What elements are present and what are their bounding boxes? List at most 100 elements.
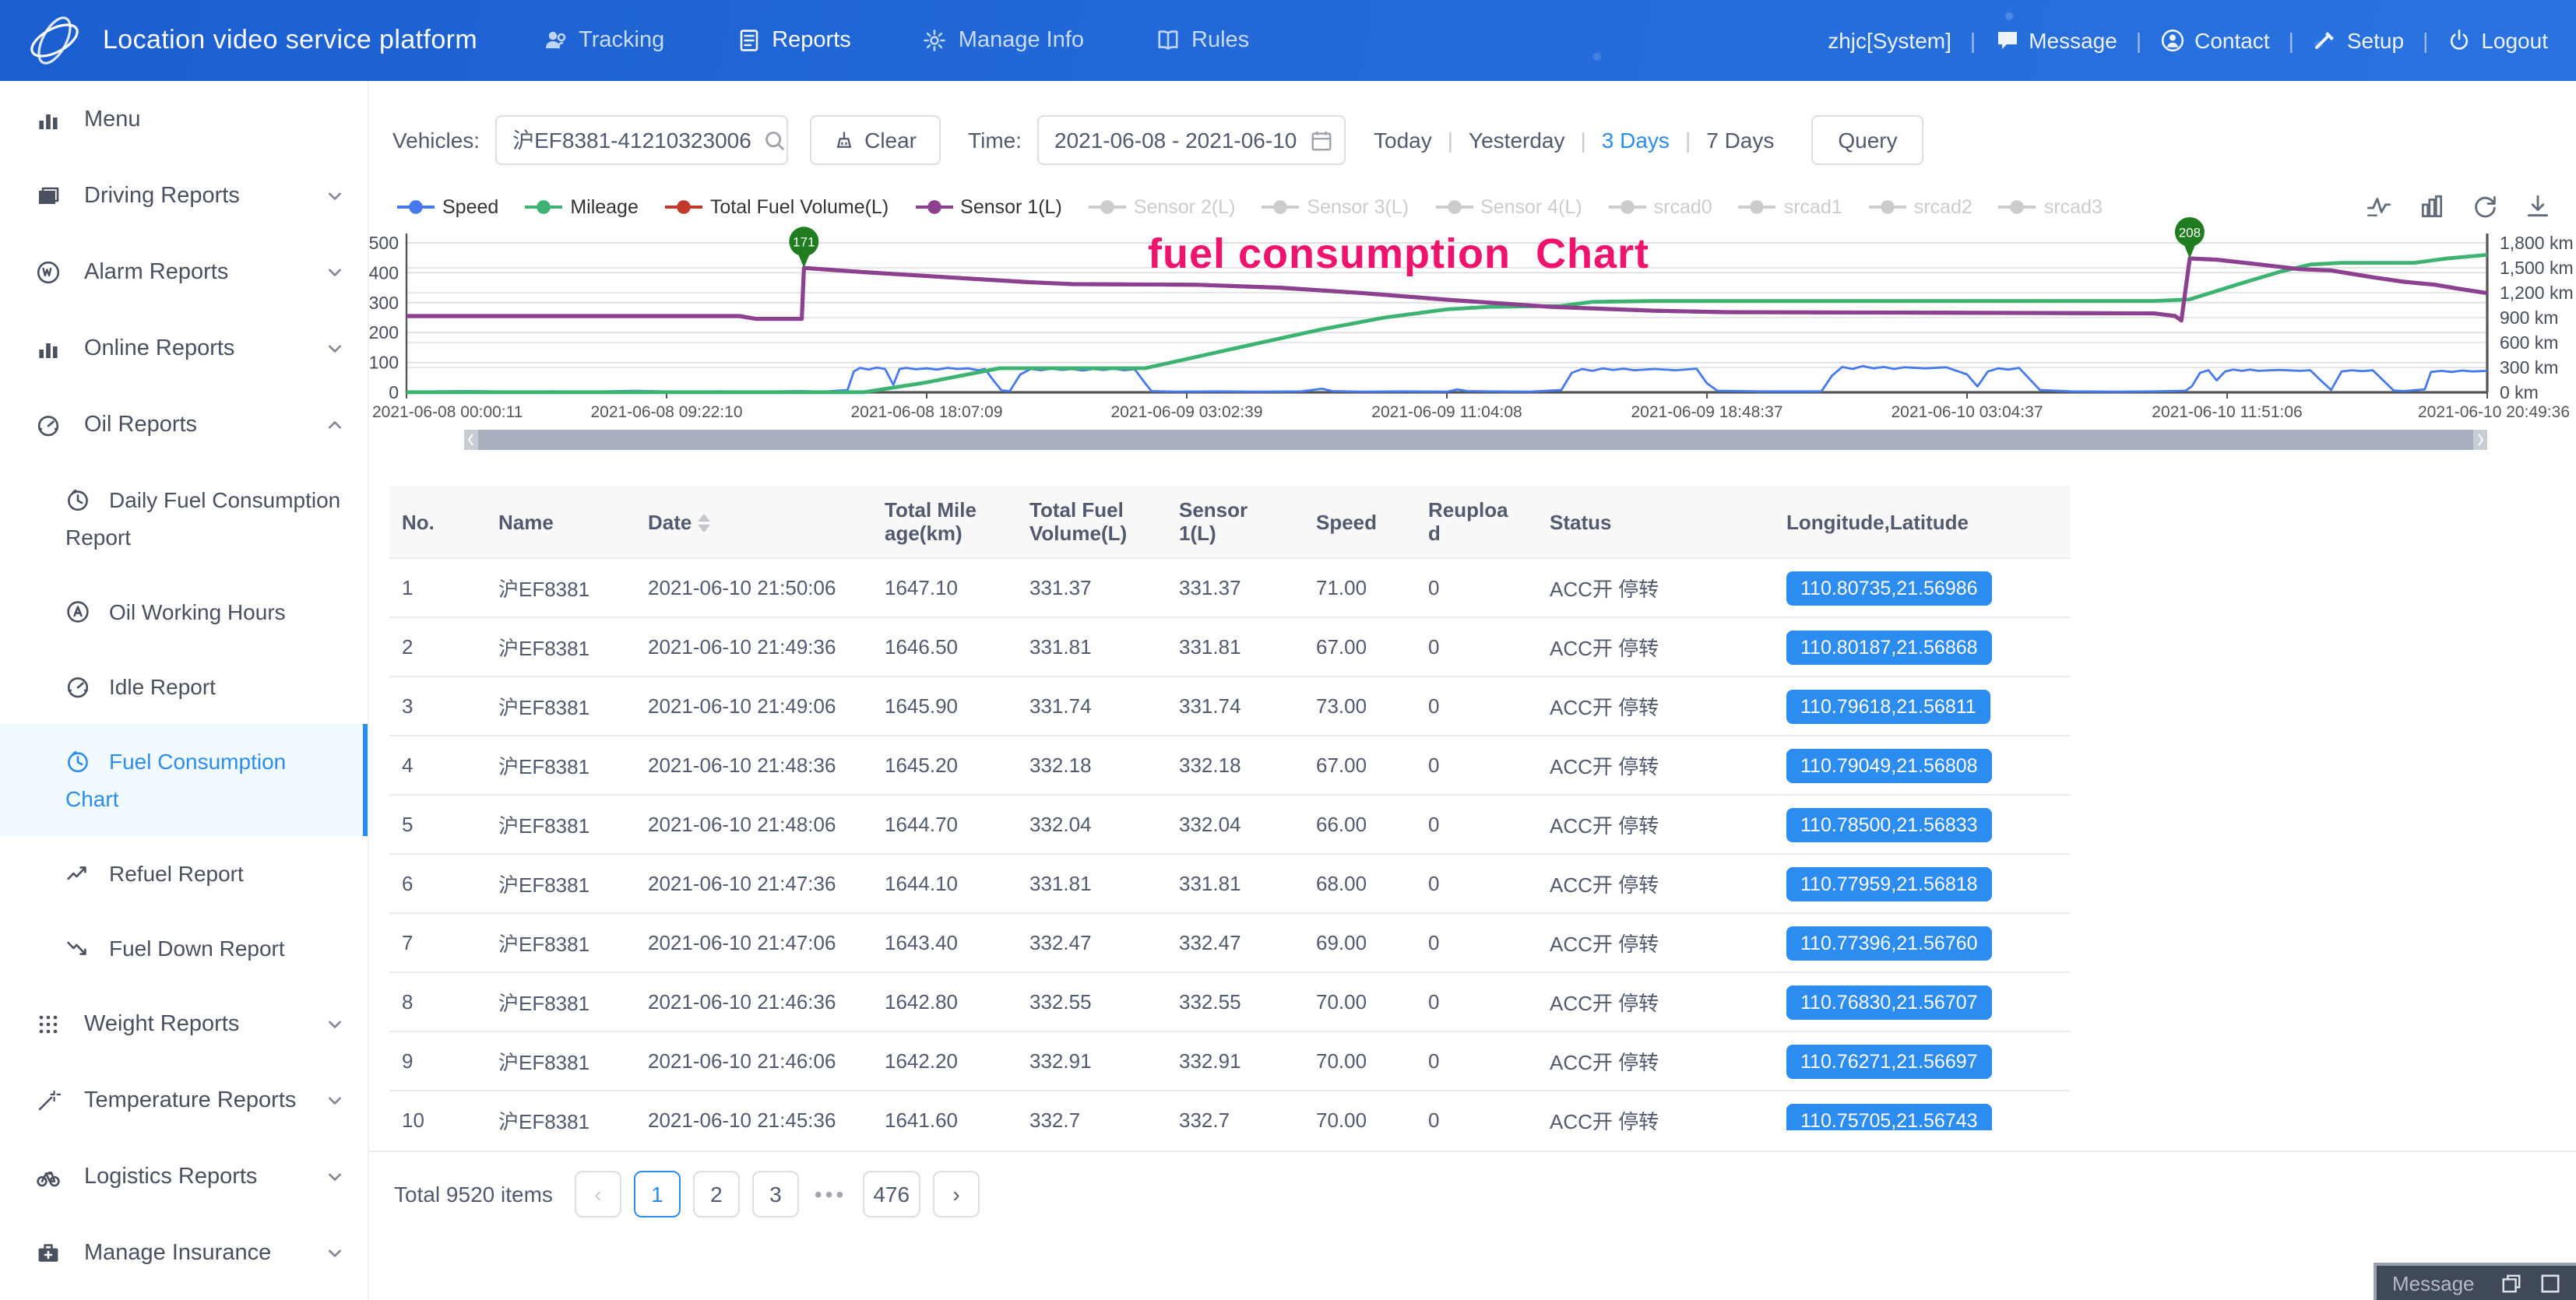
top-setup-button[interactable]: Setup [2313,28,2404,53]
prev-page-button[interactable]: ‹ [575,1171,621,1217]
page-button-2[interactable]: 2 [693,1171,740,1217]
sidebar-item-online-reports[interactable]: Online Reports [0,310,368,386]
clear-button[interactable]: Clear [810,115,940,165]
sidebar-subitem-oil-working-hours[interactable]: Oil Working Hours [0,574,368,649]
power-icon [2447,28,2472,53]
restore-window-icon[interactable] [2501,1273,2521,1293]
nav-tracking[interactable]: Tracking [543,28,664,53]
legend-sensor-4-l-[interactable]: Sensor 4(L) [1435,196,1582,218]
top-contact-button[interactable]: Contact [2160,28,2270,53]
pagination-ellipsis[interactable]: ••• [815,1182,846,1207]
page-button-3[interactable]: 3 [752,1171,799,1217]
cell-fuel: 332.04 [1017,795,1167,854]
maximize-window-icon[interactable] [2540,1273,2560,1293]
table-row: 9沪EF83812021-06-10 21:46:061642.20332.91… [389,1031,2070,1091]
chart-zoom-slider[interactable] [464,430,2487,450]
sidebar-subitem-fuel-consumption-chart[interactable]: Fuel Consumption Chart [0,724,368,836]
download-tool-icon[interactable] [2525,193,2551,220]
lonlat-button[interactable]: 110.79049,21.56808 [1786,748,1992,782]
svg-text:2021-06-08 18:07:09: 2021-06-08 18:07:09 [851,403,1003,421]
svg-text:300 km: 300 km [2500,357,2558,378]
message-widget[interactable]: Message [2374,1263,2576,1300]
bar-chart-tool-icon[interactable] [2419,193,2445,220]
legend-sensor-1-l-[interactable]: Sensor 1(L) [915,196,1062,218]
folders-icon [34,181,62,209]
clock-icon [65,749,90,774]
sidebar-item-logistics-reports[interactable]: Logistics Reports [0,1138,368,1214]
nav-label: Reports [772,28,851,53]
legend-srcad1[interactable]: srcad1 [1739,196,1842,218]
next-page-button[interactable]: › [933,1171,980,1217]
cell-no: 8 [389,972,486,1031]
legend-total-fuel-volume-l-[interactable]: Total Fuel Volume(L) [665,196,889,218]
sidebar-subitem-idle-report[interactable]: Idle Report [0,649,368,724]
nav-manage-info[interactable]: Manage Info [923,28,1084,53]
page-button-476[interactable]: 476 [862,1171,920,1217]
column-header-label: Date [648,510,692,533]
legend-speed[interactable]: Speed [397,196,498,218]
sidebar-item-temperature-reports[interactable]: Temperature Reports [0,1062,368,1138]
cell-speed: 70.00 [1304,1091,1416,1130]
refuel-marker-pin[interactable]: 171 [789,227,818,268]
sidebar-item-menu[interactable]: Menu [0,81,368,157]
sidebar-item-alarm-reports[interactable]: Alarm Reports [0,234,368,310]
sidebar-item-manage-insurance[interactable]: Manage Insurance [0,1214,368,1291]
legend-srcad0[interactable]: srcad0 [1609,196,1712,218]
lonlat-button[interactable]: 110.76830,21.56707 [1786,985,1992,1019]
query-button[interactable]: Query [1811,115,1923,165]
legend-srcad2[interactable]: srcad2 [1869,196,1972,218]
legend-marker-icon [1869,199,1906,215]
user-name[interactable]: zhjc[System] [1828,28,1951,53]
cell-no: 2 [389,617,486,676]
svg-text:0 km: 0 km [2500,382,2539,402]
lonlat-button[interactable]: 110.78500,21.56833 [1786,807,1992,841]
legend-sensor-3-l-[interactable]: Sensor 3(L) [1262,196,1409,218]
column-header-label: Total Fuel Volume(L) [1029,498,1142,545]
refuel-marker-pin[interactable]: 208 [2175,217,2205,258]
nav-reports[interactable]: Reports [736,28,851,53]
top-message-button[interactable]: Message [1994,28,2117,53]
legend-mileage[interactable]: Mileage [525,196,639,218]
chart-plot[interactable]: 01002003004005000 km300 km600 km900 km1,… [369,224,2576,464]
sidebar-item-weight-reports[interactable]: Weight Reports [0,986,368,1062]
nav-rules[interactable]: Rules [1156,28,1249,53]
time-range-input[interactable]: 2021-06-08 - 2021-06-10 [1037,115,1346,165]
lonlat-button[interactable]: 110.77959,21.56818 [1786,866,1992,901]
legend-sensor-2-l-[interactable]: Sensor 2(L) [1089,196,1236,218]
column-header-label: Total Mileage(km) [885,498,984,545]
top-logout-button[interactable]: Logout [2447,28,2548,53]
cell-speed: 70.00 [1304,972,1416,1031]
sidebar-item-driving-reports[interactable]: Driving Reports [0,157,368,234]
lonlat-button[interactable]: 110.76271,21.56697 [1786,1044,1992,1078]
line-chart-tool-icon[interactable] [2366,193,2392,220]
sort-icon[interactable] [698,514,710,532]
table-row: 10沪EF83812021-06-10 21:45:361641.60332.7… [389,1091,2070,1130]
column-header-sensor-1-l-: Sensor 1(L) [1167,486,1304,558]
svg-text:500: 500 [369,233,399,253]
quick-range-yesterday[interactable]: Yesterday [1469,128,1565,153]
refresh-tool-icon[interactable] [2472,193,2498,220]
quick-range-7-days[interactable]: 7 Days [1706,128,1774,153]
legend-srcad3[interactable]: srcad3 [1999,196,2103,218]
quick-range-today[interactable]: Today [1374,128,1432,153]
cell-mileage: 1646.50 [872,617,1017,676]
sidebar-subitem-daily-fuel-consumption-report[interactable]: Daily Fuel Consumption Report [0,462,368,574]
lonlat-button[interactable]: 110.75705,21.56743 [1786,1103,1992,1130]
sidebar-subitem-refuel-report[interactable]: Refuel Report [0,836,368,911]
trend-up-icon [65,861,90,886]
lonlat-button[interactable]: 110.79618,21.56811 [1786,689,1990,723]
legend-marker-icon [915,199,952,215]
sidebar-subitem-label: Refuel Report [109,861,244,886]
page-button-1[interactable]: 1 [634,1171,681,1217]
sidebar-subitem-fuel-down-report[interactable]: Fuel Down Report [0,911,368,986]
table-row: 7沪EF83812021-06-10 21:47:061643.40332.47… [389,913,2070,972]
person-circle-icon [2160,28,2185,53]
quick-range-3-days[interactable]: 3 Days [1602,128,1670,153]
lonlat-button[interactable]: 110.77396,21.56760 [1786,926,1992,960]
vehicle-input[interactable]: 沪EF8381-41210323006 [495,115,788,165]
sidebar-item-oil-reports[interactable]: Oil Reports [0,386,368,462]
column-header-date[interactable]: Date [635,486,872,558]
lonlat-button[interactable]: 110.80735,21.56986 [1786,571,1992,605]
user-nav: zhjc[System]|Message|Contact|Setup|Logou… [1828,28,2548,53]
lonlat-button[interactable]: 110.80187,21.56868 [1786,630,1992,664]
